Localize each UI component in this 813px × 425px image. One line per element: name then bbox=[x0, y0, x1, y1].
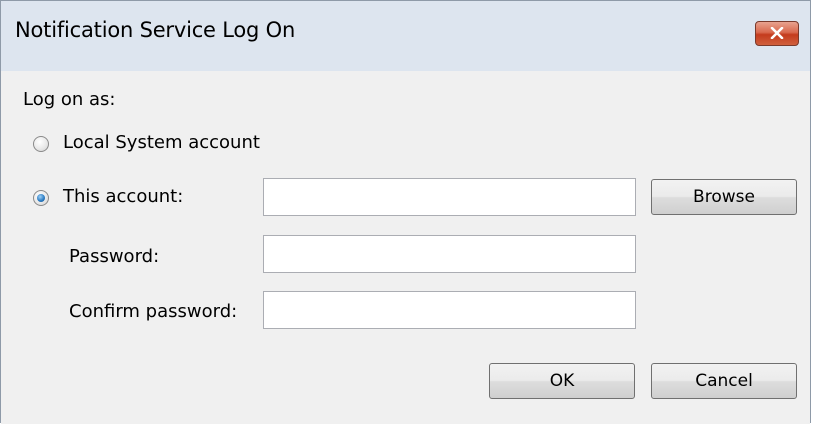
confirm-password-label: Confirm password: bbox=[69, 301, 238, 322]
this-account-label[interactable]: This account: bbox=[63, 186, 183, 207]
close-button[interactable] bbox=[755, 21, 799, 46]
logon-dialog: Notification Service Log On Log on as: L… bbox=[0, 0, 811, 424]
title-bar: Notification Service Log On bbox=[1, 1, 810, 71]
local-system-radio[interactable] bbox=[33, 136, 49, 152]
dialog-title: Notification Service Log On bbox=[15, 18, 296, 42]
log-on-as-label: Log on as: bbox=[23, 89, 116, 110]
cancel-button[interactable]: Cancel bbox=[651, 363, 797, 399]
password-label: Password: bbox=[69, 246, 160, 267]
browse-button[interactable]: Browse bbox=[651, 179, 797, 215]
this-account-radio[interactable] bbox=[33, 190, 49, 206]
password-input[interactable] bbox=[263, 235, 636, 273]
local-system-label[interactable]: Local System account bbox=[63, 132, 260, 153]
confirm-password-input[interactable] bbox=[263, 291, 636, 329]
close-icon bbox=[770, 24, 784, 43]
dialog-content: Log on as: Local System account This acc… bbox=[1, 71, 810, 424]
account-input[interactable] bbox=[263, 178, 636, 216]
ok-button[interactable]: OK bbox=[489, 363, 635, 399]
